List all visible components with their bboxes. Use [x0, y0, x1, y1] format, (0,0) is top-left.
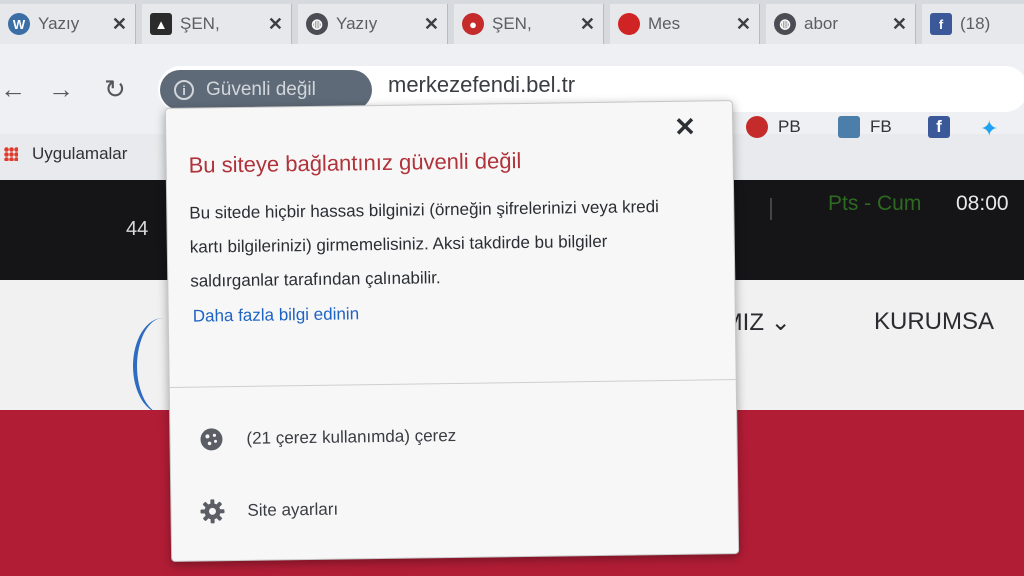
- topbar-divider: [770, 198, 772, 220]
- tab-title: Yazıy: [336, 14, 378, 33]
- globe-icon: ◍: [306, 13, 328, 35]
- tab-strip: W Yazıy ✕ ▲ ŞEN, ✕ ◍ Yazıy ✕ ● ŞEN, ✕ Me…: [0, 0, 1024, 44]
- helmet-icon: ●: [462, 13, 484, 35]
- tab-title: ŞEN,: [180, 14, 220, 33]
- facebook-icon: f: [930, 13, 952, 35]
- site-info-popup: ✕ Bu siteye bağlantınız güvenli değil Bu…: [164, 100, 740, 562]
- close-icon[interactable]: ✕: [112, 14, 127, 35]
- info-icon: i: [174, 80, 194, 100]
- working-hours: 08:00: [956, 192, 1009, 215]
- bookmark-pb[interactable]: PB: [746, 116, 801, 138]
- popup-warning-text: Bu sitede hiçbir hassas bilginizi (örneğ…: [189, 197, 660, 291]
- close-icon[interactable]: ✕: [674, 112, 696, 143]
- bookmark-apps[interactable]: Uygulamalar: [4, 144, 127, 164]
- divider: [169, 379, 736, 388]
- topbar-text: 44: [126, 218, 149, 240]
- cookies-label: (21 çerez kullanımda) çerez: [246, 425, 457, 448]
- bookmark-label: PB: [778, 117, 801, 136]
- person-silhouette-icon: ▲: [150, 13, 172, 35]
- tab-title: Mes: [648, 14, 681, 33]
- tab-4[interactable]: ● ŞEN, ✕: [454, 4, 604, 44]
- tab-title: (18): [960, 14, 991, 33]
- helmet-icon: [746, 116, 768, 138]
- red-circle-icon: [618, 13, 640, 35]
- facebook-icon: f: [928, 116, 950, 138]
- tab-1[interactable]: W Yazıy ✕: [0, 4, 136, 44]
- wordpress-icon: W: [8, 13, 30, 35]
- globe-icon: ◍: [774, 13, 796, 35]
- bookmark-fb[interactable]: FB: [838, 116, 892, 138]
- close-icon[interactable]: ✕: [268, 14, 283, 35]
- bookmark-label: FB: [870, 117, 892, 136]
- cookies-row[interactable]: (21 çerez kullanımda) çerez: [198, 423, 456, 453]
- cookie-icon: [200, 428, 223, 451]
- tab-6[interactable]: ◍ abor ✕: [766, 4, 916, 44]
- close-icon[interactable]: ✕: [424, 14, 439, 35]
- security-chip-label: Güvenli değil: [206, 79, 316, 100]
- bookmark-facebook[interactable]: f: [928, 116, 960, 138]
- back-arrow-icon[interactable]: ←: [0, 74, 26, 105]
- apps-grid-icon: [4, 147, 18, 161]
- image-icon: [838, 116, 860, 138]
- tab-5[interactable]: Mes ✕: [610, 4, 760, 44]
- tab-3[interactable]: ◍ Yazıy ✕: [298, 4, 448, 44]
- url-text[interactable]: merkezefendi.bel.tr: [388, 72, 575, 98]
- bookmark-twitter[interactable]: ✦: [980, 116, 998, 142]
- learn-more-link[interactable]: Daha fazla bilgi edinin: [193, 304, 360, 326]
- security-chip[interactable]: i Güvenli değil: [160, 70, 372, 110]
- site-settings-label: Site ayarları: [247, 499, 339, 520]
- forward-arrow-icon[interactable]: →: [48, 74, 74, 105]
- twitter-icon: ✦: [980, 116, 999, 141]
- nav-item-kurumsal[interactable]: KURUMSA: [874, 308, 994, 336]
- close-icon[interactable]: ✕: [580, 14, 595, 35]
- site-settings-row[interactable]: Site ayarları: [199, 497, 338, 525]
- close-icon[interactable]: ✕: [892, 14, 907, 35]
- bookmark-apps-label: Uygulamalar: [32, 144, 128, 163]
- tab-2[interactable]: ▲ ŞEN, ✕: [142, 4, 292, 44]
- tab-title: Yazıy: [38, 14, 80, 33]
- reload-icon[interactable]: ↻: [104, 74, 126, 105]
- working-days: Pts - Cum: [828, 192, 922, 215]
- tab-title: ŞEN,: [492, 14, 532, 33]
- close-icon[interactable]: ✕: [736, 14, 751, 35]
- tab-title: abor: [804, 14, 839, 33]
- tab-7[interactable]: f (18): [922, 4, 1024, 44]
- gear-icon: [200, 499, 225, 524]
- popup-title: Bu siteye bağlantınız güvenli değil: [188, 148, 522, 178]
